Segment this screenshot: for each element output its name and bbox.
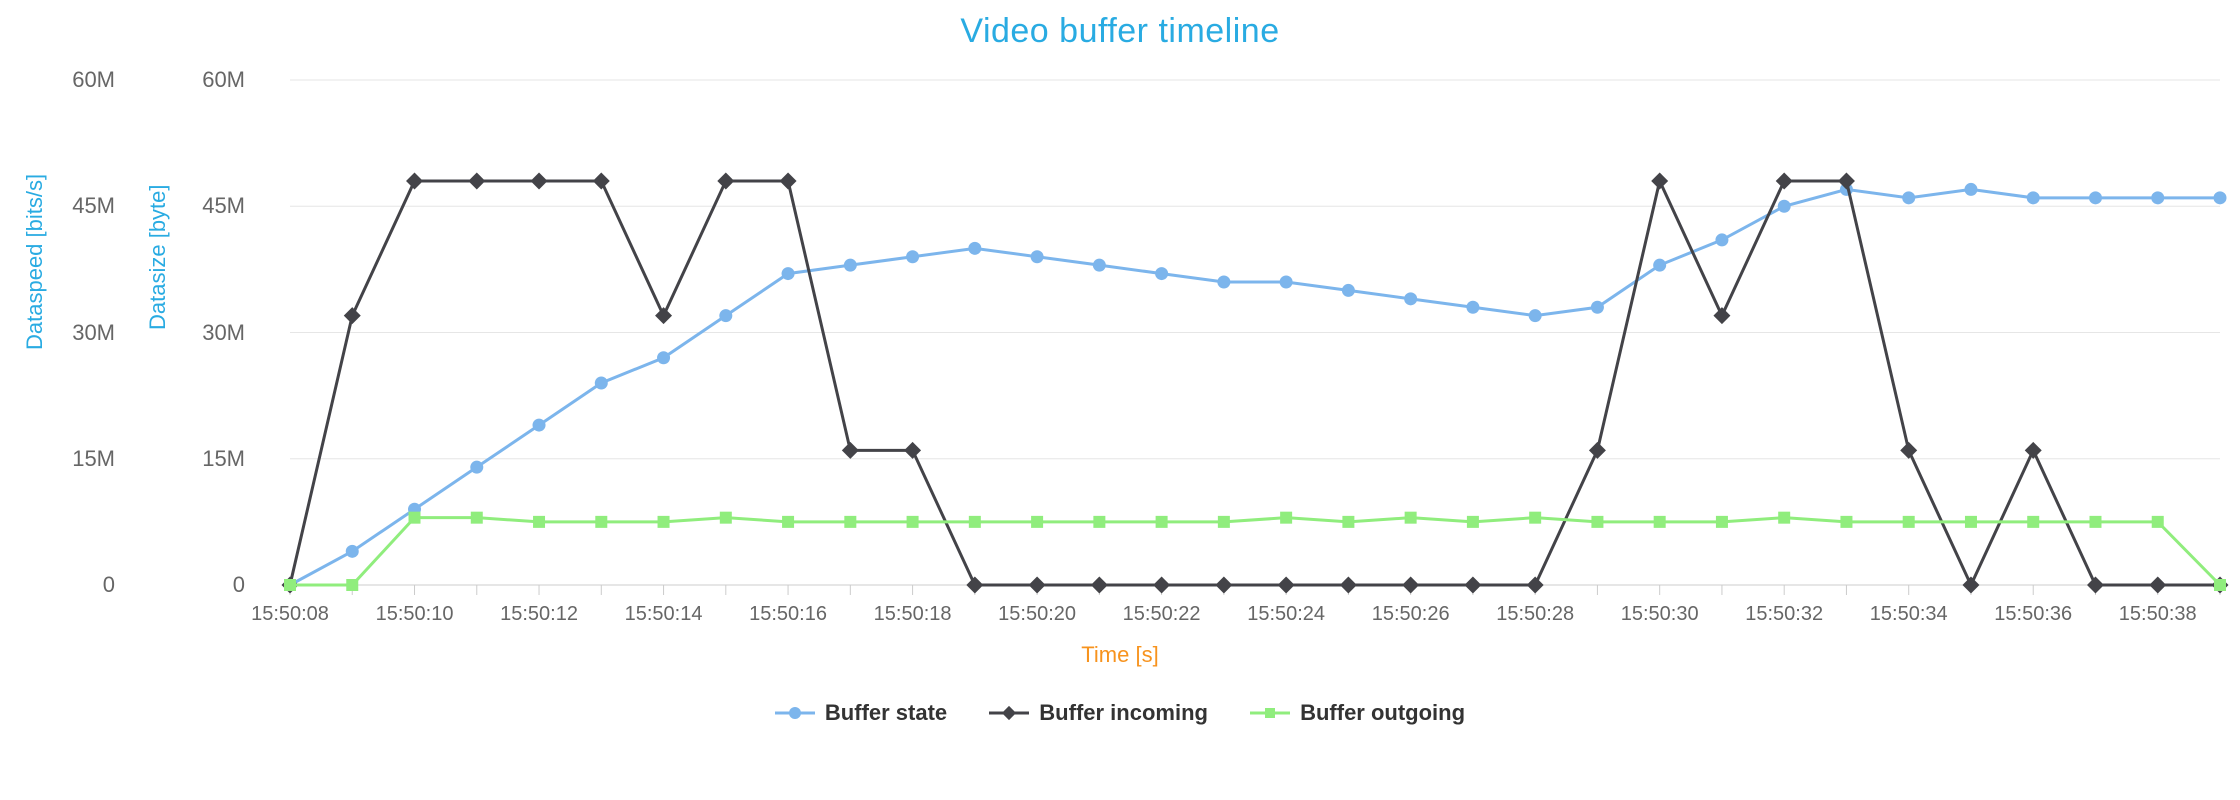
x-tick-label: 15:50:22 (1123, 603, 1201, 626)
y-axis-label-secondary: Datasize [byte] (145, 184, 171, 330)
y-tick-label: 30M (185, 320, 245, 346)
legend-label: Buffer incoming (1039, 700, 1208, 726)
x-tick-label: 15:50:30 (1621, 603, 1699, 626)
y-tick-label: 60M (55, 67, 115, 93)
x-tick-label: 15:50:28 (1496, 603, 1574, 626)
circle-marker-icon (775, 705, 815, 721)
x-tick-label: 15:50:20 (998, 603, 1076, 626)
x-tick-label: 15:50:34 (1870, 603, 1948, 626)
x-tick-label: 15:50:16 (749, 603, 827, 626)
y-tick-label: 45M (185, 193, 245, 219)
chart-title: Video buffer timeline (0, 12, 2240, 51)
chart-legend: Buffer state Buffer incoming Buffer outg… (0, 700, 2240, 727)
y-tick-label: 0 (55, 572, 115, 598)
y-tick-label: 15M (55, 446, 115, 472)
x-tick-label: 15:50:10 (376, 603, 454, 626)
diamond-marker-icon (989, 705, 1029, 721)
x-tick-label: 15:50:26 (1372, 603, 1450, 626)
y-tick-label: 15M (185, 446, 245, 472)
legend-item-buffer-incoming[interactable]: Buffer incoming (989, 700, 1208, 726)
x-tick-label: 15:50:08 (251, 603, 329, 626)
y-tick-label: 30M (55, 320, 115, 346)
x-axis-label: Time [s] (0, 642, 2240, 668)
x-tick-label: 15:50:24 (1247, 603, 1325, 626)
legend-label: Buffer outgoing (1300, 700, 1465, 726)
x-tick-label: 15:50:32 (1745, 603, 1823, 626)
x-tick-label: 15:50:12 (500, 603, 578, 626)
legend-item-buffer-state[interactable]: Buffer state (775, 700, 947, 726)
x-tick-label: 15:50:14 (625, 603, 703, 626)
x-tick-label: 15:50:38 (2119, 603, 2197, 626)
x-tick-label: 15:50:18 (874, 603, 952, 626)
legend-item-buffer-outgoing[interactable]: Buffer outgoing (1250, 700, 1465, 726)
chart-plot-area (0, 0, 2240, 800)
y-tick-label: 60M (185, 67, 245, 93)
x-tick-label: 15:50:36 (1994, 603, 2072, 626)
y-tick-label: 0 (185, 572, 245, 598)
square-marker-icon (1250, 705, 1290, 721)
legend-label: Buffer state (825, 700, 947, 726)
y-tick-label: 45M (55, 193, 115, 219)
y-axis-label-primary: Dataspeed [bits/s] (22, 174, 48, 350)
